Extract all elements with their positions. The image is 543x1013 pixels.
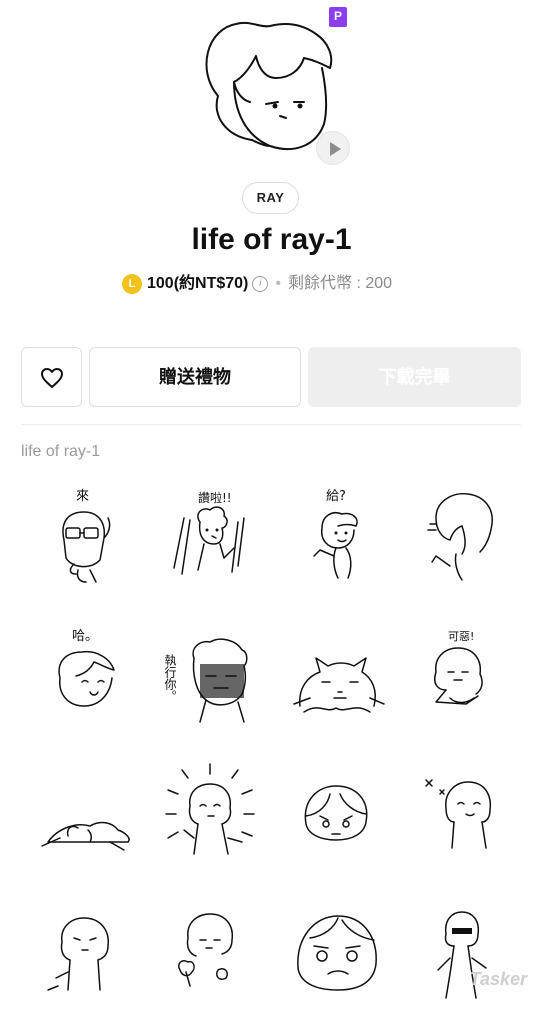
sticker-10[interactable] <box>154 758 264 868</box>
play-icon[interactable] <box>316 131 350 165</box>
send-gift-button[interactable]: 贈送禮物 <box>89 347 301 407</box>
sticker-caption: 可惡! <box>448 630 474 643</box>
sticker-caption: 哈。 <box>72 629 98 644</box>
pack-title: life of ray-1 <box>191 223 352 256</box>
sticker-14[interactable] <box>154 898 264 1008</box>
sticker-7[interactable] <box>280 618 390 728</box>
like-button[interactable] <box>21 347 82 407</box>
sticker-6[interactable]: 執行你。 <box>154 618 264 728</box>
remaining-coins: 剩餘代幣 : 200 <box>288 275 393 292</box>
sticker-4[interactable] <box>406 478 516 588</box>
premium-badge: P <box>329 7 347 27</box>
download-complete-button[interactable]: 下載完畢 <box>308 347 521 407</box>
sticker-2[interactable]: 讚啦!! <box>154 478 264 588</box>
sticker-5[interactable]: 哈。 <box>28 618 138 728</box>
coin-icon: L <box>122 273 142 294</box>
sticker-caption: 執行你。 <box>163 654 177 702</box>
sticker-caption: 來 <box>76 489 89 504</box>
sticker-caption: 讚啦!! <box>198 490 232 505</box>
heart-icon <box>40 368 63 388</box>
sticker-13[interactable] <box>28 898 138 1008</box>
sticker-12[interactable] <box>406 758 516 868</box>
sticker-caption: 給? <box>326 489 346 504</box>
section-label: life of ray-1 <box>21 443 101 460</box>
divider <box>21 424 521 425</box>
info-icon[interactable]: i <box>252 275 269 292</box>
sticker-8[interactable]: 可惡! <box>406 618 516 728</box>
price-row: L 100(約NT$70) i • 剩餘代幣 : 200 <box>0 270 543 298</box>
sticker-11[interactable] <box>280 758 390 868</box>
price-amount: 100(約NT$70) <box>147 275 249 292</box>
separator-dot: • <box>275 275 281 292</box>
author-chip[interactable]: RAY <box>242 182 299 214</box>
sticker-3[interactable]: 給? <box>280 478 390 588</box>
watermark: Tasker <box>469 969 527 989</box>
sticker-9[interactable] <box>28 758 138 868</box>
sticker-1[interactable]: 來 <box>28 478 138 588</box>
sticker-16[interactable] <box>406 898 516 1008</box>
sticker-15[interactable] <box>280 898 390 1008</box>
